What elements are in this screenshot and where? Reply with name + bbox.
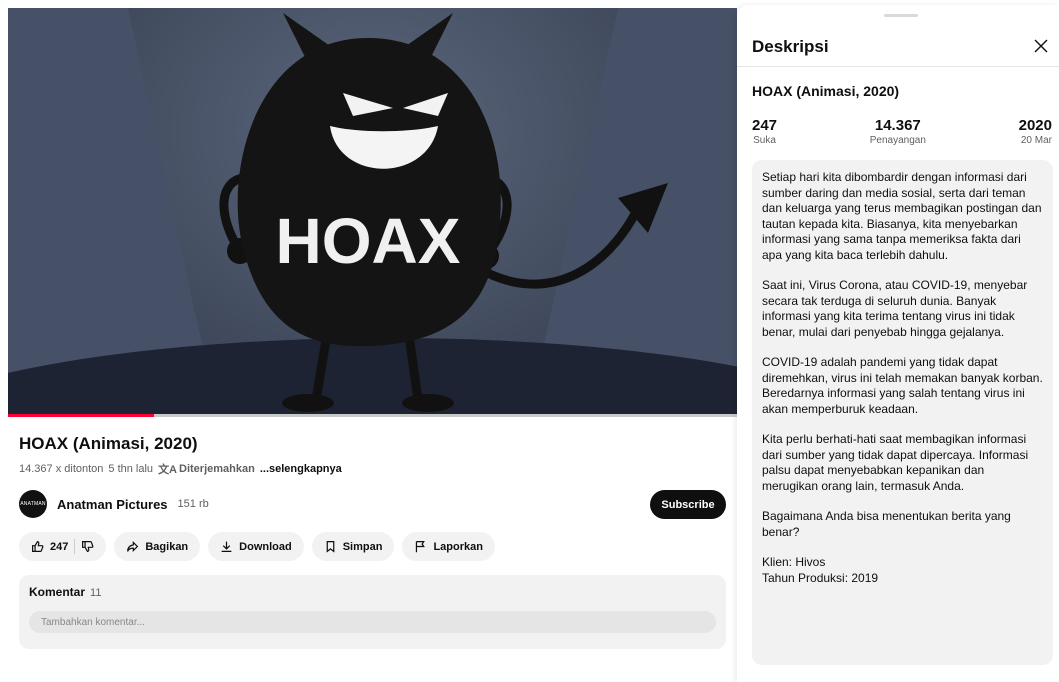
- save-label: Simpan: [342, 540, 383, 553]
- comments-label: Komentar: [29, 585, 86, 599]
- thumbs-down-icon[interactable]: [81, 540, 94, 553]
- stat-label: Suka: [753, 135, 776, 146]
- description-paragraph: Bagaimana Anda bisa menentukan berita ya…: [762, 509, 1011, 539]
- share-label: Bagikan: [145, 540, 189, 553]
- translated-label: 文A Diterjemahkan: [158, 461, 255, 477]
- client-line: Klien: Hivos: [762, 555, 826, 569]
- stat-value: 2020: [1018, 117, 1052, 134]
- action-bar: 247 Bagikan Download Simpan Laporkan: [19, 532, 495, 561]
- stat-views: 14.367 Penayangan: [870, 117, 926, 146]
- subscribe-button[interactable]: Subscribe: [650, 490, 726, 519]
- flag-icon: [416, 541, 426, 553]
- like-separator: [74, 539, 76, 554]
- show-more-link[interactable]: ...selengkapnya: [260, 463, 342, 475]
- production-year-line: Tahun Produksi: 2019: [762, 570, 879, 585]
- video-thumbnail: HOAX: [8, 8, 737, 417]
- description-paragraph: Setiap hari kita dibombardir dengan info…: [762, 170, 1042, 262]
- stat-likes: 247 Suka: [752, 117, 777, 146]
- subscriber-count: 151 rb: [177, 498, 209, 510]
- stat-value: 14.367: [874, 117, 921, 134]
- video-meta[interactable]: 14.367 x ditonton 5 thn lalu 文A Diterjem…: [19, 461, 342, 477]
- channel-row: ANATMAN Anatman Pictures 151 rb: [19, 490, 209, 518]
- download-label: Download: [239, 540, 292, 553]
- channel-name[interactable]: Anatman Pictures: [57, 497, 168, 512]
- description-text: Setiap hari kita dibombardir dengan info…: [752, 160, 1053, 665]
- add-comment-input[interactable]: [29, 611, 716, 633]
- translated-text: Diterjemahkan: [179, 463, 255, 475]
- stat-label: Penayangan: [869, 135, 926, 146]
- thumbs-up-icon[interactable]: [31, 540, 44, 553]
- comments-count: 11: [90, 587, 102, 599]
- view-count: 14.367 x ditonton: [19, 463, 104, 475]
- description-paragraph: COVID-19 adalah pandemi yang tidak dapat…: [762, 355, 1043, 416]
- comments-header: Komentar 11: [29, 585, 716, 599]
- share-button[interactable]: Bagikan: [114, 532, 201, 561]
- panel-video-title: HOAX (Animasi, 2020): [752, 83, 900, 99]
- video-progress-fill: [8, 414, 154, 417]
- share-icon: [127, 540, 139, 553]
- video-player[interactable]: HOAX: [8, 8, 737, 417]
- channel-avatar[interactable]: ANATMAN: [19, 490, 47, 518]
- translate-icon: 文A: [158, 464, 178, 476]
- description-paragraph: Kita perlu berhati-hati saat membagikan …: [762, 432, 1029, 493]
- description-paragraph: Saat ini, Virus Corona, atau COVID-19, m…: [762, 278, 1028, 339]
- like-dislike-group: 247: [19, 532, 107, 561]
- panel-divider: [737, 66, 1059, 67]
- download-button[interactable]: Download: [208, 532, 304, 561]
- video-title: HOAX (Animasi, 2020): [19, 434, 198, 453]
- bookmark-icon: [326, 541, 335, 553]
- description-panel: Deskripsi HOAX (Animasi, 2020) 247 Suka …: [737, 5, 1059, 682]
- stat-date: 2020 20 Mar: [1019, 117, 1052, 146]
- drag-handle[interactable]: [884, 14, 918, 17]
- like-count[interactable]: 247: [50, 541, 68, 553]
- report-button[interactable]: Laporkan: [402, 532, 495, 561]
- upload-age: 5 thn lalu: [108, 463, 154, 475]
- stat-value: 247: [752, 117, 778, 134]
- close-icon[interactable]: [1032, 37, 1050, 55]
- save-button[interactable]: Simpan: [311, 532, 395, 561]
- report-label: Laporkan: [433, 540, 483, 553]
- video-progress-bar[interactable]: [8, 414, 737, 417]
- panel-title: Deskripsi: [752, 37, 829, 56]
- stats-row: 247 Suka 14.367 Penayangan 2020 20 Mar: [752, 117, 1052, 146]
- comments-section[interactable]: Komentar 11: [19, 575, 726, 649]
- thumbnail-text: HOAX: [276, 205, 461, 277]
- download-icon: [221, 541, 232, 552]
- stat-label: 20 Mar: [1020, 135, 1052, 146]
